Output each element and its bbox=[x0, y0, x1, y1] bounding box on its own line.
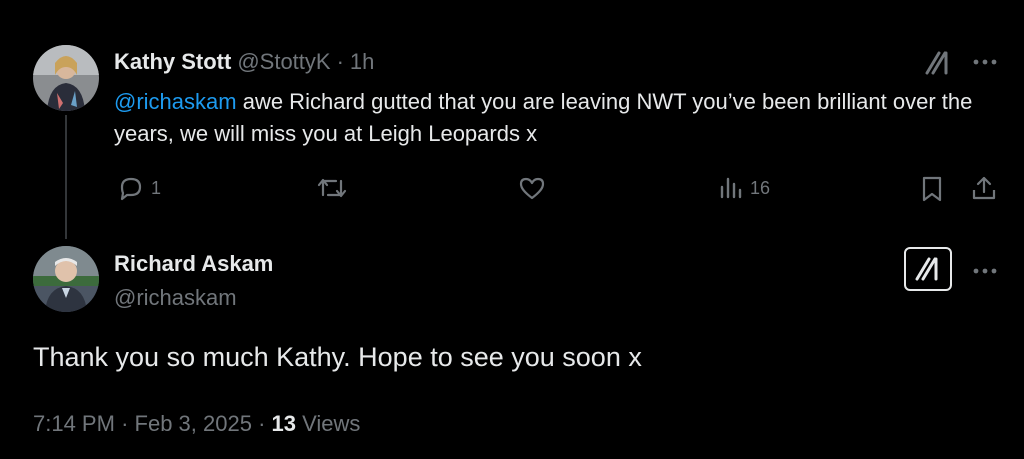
author-name[interactable]: Kathy Stott bbox=[114, 49, 231, 75]
views-count: 13 bbox=[271, 411, 297, 436]
retweet-icon bbox=[316, 175, 348, 201]
separator-dot: · bbox=[336, 49, 344, 74]
tweet-time[interactable]: 1h bbox=[350, 49, 374, 75]
tweet-time[interactable]: 7:14 PM bbox=[33, 411, 115, 436]
tweet1-text: @richaskam awe Richard gutted that you a… bbox=[114, 86, 974, 150]
mention-link[interactable]: @richaskam bbox=[114, 89, 237, 114]
avatar-kathy[interactable] bbox=[33, 45, 99, 111]
grok-icon bbox=[914, 256, 942, 282]
grok-button[interactable] bbox=[904, 247, 952, 291]
tweet1-body: awe Richard gutted that you are leaving … bbox=[114, 89, 973, 146]
author-handle[interactable]: @StottyK bbox=[237, 49, 330, 75]
tweet2-text: Thank you so much Kathy. Hope to see you… bbox=[33, 342, 642, 372]
tweet-meta: 7:14 PM · Feb 3, 2025 · 13 Views bbox=[33, 411, 360, 437]
more-icon[interactable] bbox=[972, 267, 998, 275]
more-icon[interactable] bbox=[972, 58, 998, 66]
grok-icon[interactable] bbox=[924, 50, 952, 76]
like-icon bbox=[518, 175, 546, 201]
share-icon[interactable] bbox=[970, 174, 998, 202]
tweet-date[interactable]: Feb 3, 2025 bbox=[135, 411, 252, 436]
retweet-button[interactable] bbox=[316, 175, 348, 201]
views-label: Views bbox=[302, 411, 361, 436]
tweet1-header: Kathy Stott @StottyK · 1h bbox=[114, 49, 374, 75]
author-handle[interactable]: @richaskam bbox=[114, 285, 237, 311]
reply-button[interactable]: 1 bbox=[117, 175, 161, 201]
avatar-richard[interactable] bbox=[33, 246, 99, 312]
bookmark-icon[interactable] bbox=[920, 175, 944, 203]
reply-icon bbox=[117, 175, 145, 201]
views-button[interactable]: 16 bbox=[718, 175, 770, 201]
view-count: 16 bbox=[750, 177, 771, 198]
separator-dot: · bbox=[258, 411, 266, 436]
thread-line bbox=[65, 115, 67, 239]
views-icon bbox=[718, 175, 744, 201]
separator-dot: · bbox=[121, 411, 129, 436]
like-button[interactable] bbox=[518, 175, 546, 201]
reply-count: 1 bbox=[151, 177, 162, 198]
author-name[interactable]: Richard Askam bbox=[114, 251, 273, 277]
